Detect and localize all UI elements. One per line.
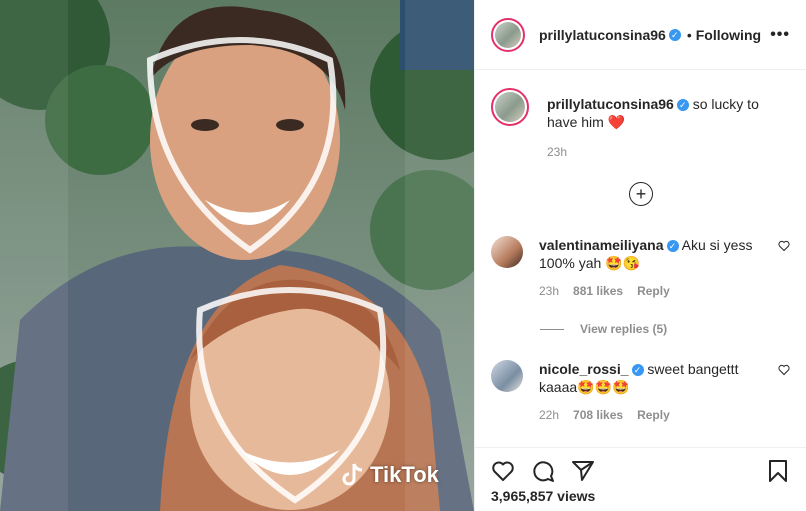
comment-like-heart-icon[interactable] bbox=[778, 364, 790, 376]
reply-button[interactable]: Reply bbox=[637, 408, 670, 422]
view-count[interactable]: 3,965,857 views bbox=[491, 488, 790, 504]
verified-badge-icon: ✓ bbox=[676, 99, 689, 111]
comment-like-heart-icon[interactable] bbox=[778, 240, 790, 252]
load-more-comments-icon[interactable]: + bbox=[629, 182, 653, 206]
comment-time[interactable]: 23h bbox=[539, 284, 559, 298]
red-heart-emoji: ❤️ bbox=[607, 114, 626, 130]
reply-button[interactable]: Reply bbox=[637, 284, 670, 298]
author-username[interactable]: prillylatuconsina96 bbox=[539, 27, 666, 43]
comment-row: valentinameiliyana ✓ Aku si yess 100% yah… bbox=[491, 236, 790, 298]
commenter-username[interactable]: valentinameiliyana bbox=[539, 237, 664, 253]
replies-divider-line bbox=[540, 328, 564, 330]
more-options-icon[interactable]: ••• bbox=[770, 26, 790, 44]
tiktok-watermark-text: TikTok bbox=[370, 462, 439, 487]
separator-dot: • bbox=[686, 26, 692, 43]
verified-badge-icon: ✓ bbox=[631, 364, 644, 376]
post-sidebar: prillylatuconsina96 ✓ • Following ••• pr… bbox=[474, 0, 806, 511]
caption-author-username[interactable]: prillylatuconsina96 bbox=[547, 96, 674, 112]
comment-time[interactable]: 22h bbox=[539, 408, 559, 422]
caption-row: prillylatuconsina96 ✓ so lucky to have hi… bbox=[491, 88, 790, 159]
comment-likes[interactable]: 708 likes bbox=[573, 408, 623, 422]
comments-section: prillylatuconsina96 ✓ so lucky to have hi… bbox=[475, 71, 806, 447]
post-photo bbox=[0, 0, 474, 511]
tiktok-watermark: TikTok bbox=[342, 462, 439, 488]
verified-badge-icon: ✓ bbox=[668, 28, 681, 41]
commenter-username[interactable]: nicole_rossi_ bbox=[539, 361, 629, 377]
comment-icon[interactable] bbox=[531, 459, 555, 483]
commenter-avatar[interactable] bbox=[491, 360, 523, 392]
caption-author-avatar[interactable] bbox=[491, 88, 529, 126]
post-actions-bar: 3,965,857 views bbox=[475, 447, 806, 511]
bookmark-icon[interactable] bbox=[766, 459, 790, 483]
comment-row: nicole_rossi_ ✓ sweet bangettt kaaaa🤩🤩🤩 2… bbox=[491, 360, 790, 422]
following-button[interactable]: Following bbox=[696, 27, 761, 43]
post-header: prillylatuconsina96 ✓ • Following ••• bbox=[475, 0, 806, 70]
comment-likes[interactable]: 881 likes bbox=[573, 284, 623, 298]
share-icon[interactable] bbox=[571, 459, 595, 483]
view-replies-button[interactable]: View replies (5) bbox=[540, 322, 667, 336]
heart-icon[interactable] bbox=[491, 459, 515, 483]
commenter-avatar[interactable] bbox=[491, 236, 523, 268]
verified-badge-icon: ✓ bbox=[666, 240, 679, 252]
post-media[interactable]: TikTok bbox=[0, 0, 474, 511]
author-avatar[interactable] bbox=[491, 17, 525, 52]
caption-time[interactable]: 23h bbox=[547, 145, 567, 159]
tiktok-logo-icon bbox=[342, 463, 363, 486]
